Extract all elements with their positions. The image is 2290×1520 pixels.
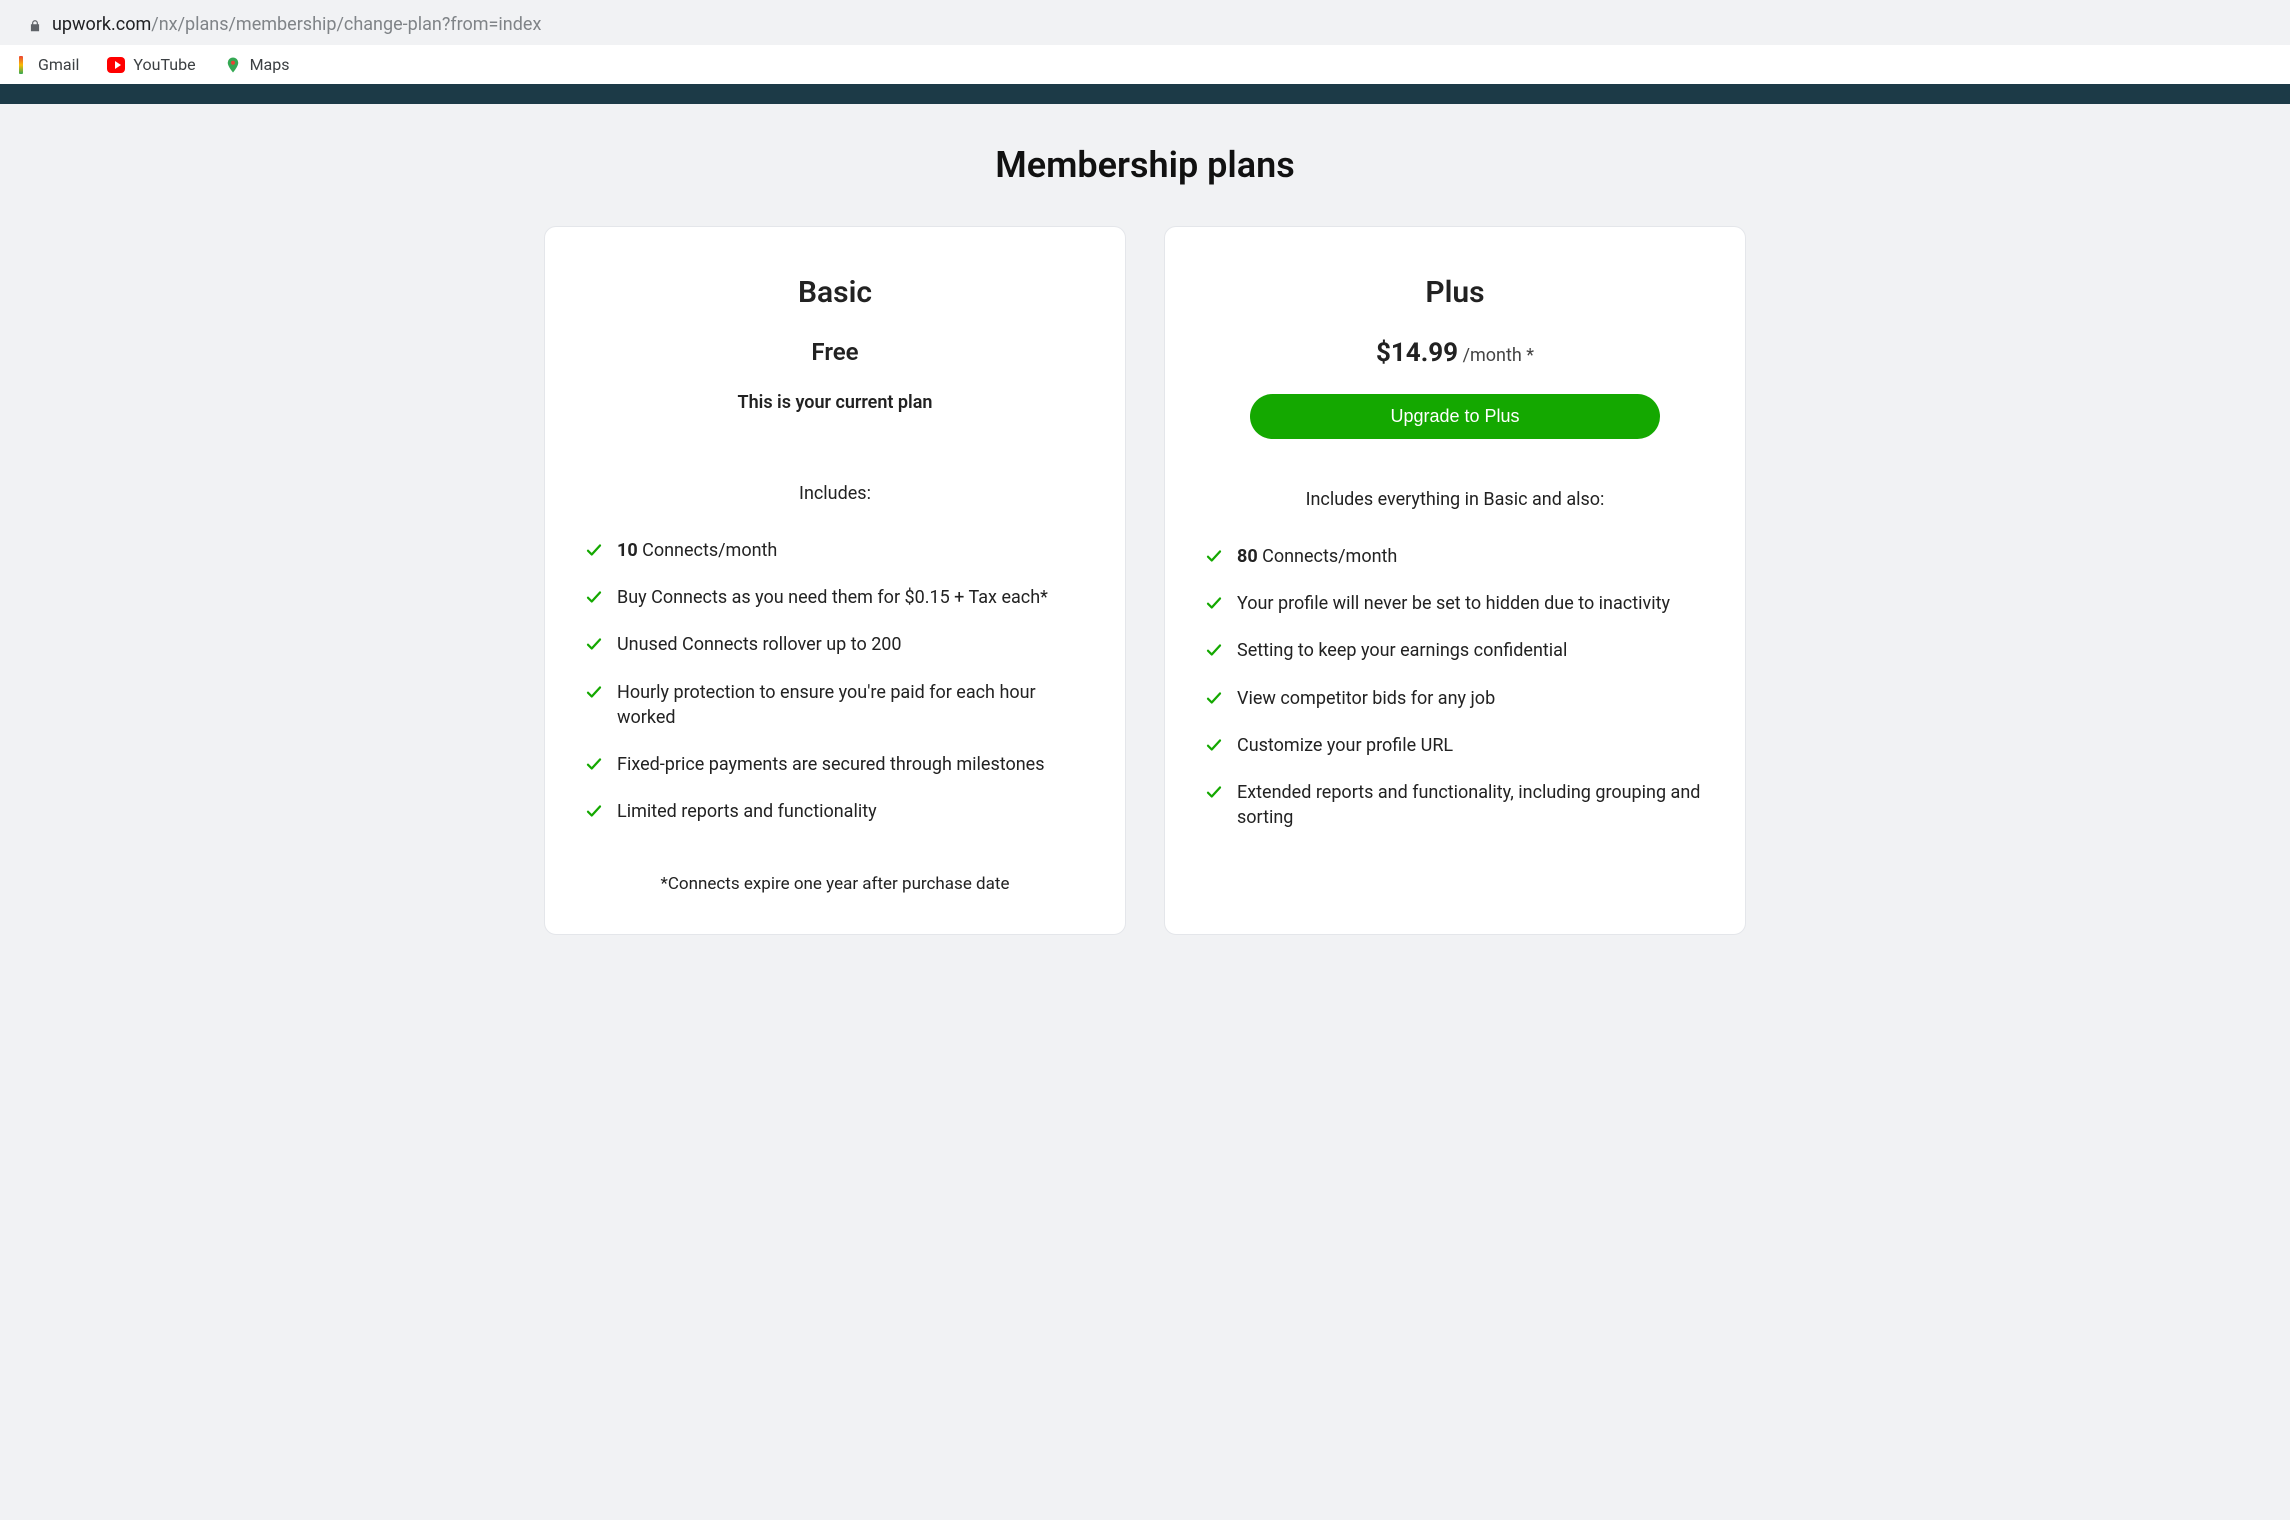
feature-item: Your profile will never be set to hidden… (1205, 591, 1705, 616)
plans-container: Basic Free This is your current plan Inc… (0, 226, 2290, 935)
feature-item: Limited reports and functionality (585, 799, 1085, 824)
feature-text: Fixed-price payments are secured through… (617, 752, 1045, 777)
check-icon (1205, 641, 1223, 659)
includes-label-plus: Includes everything in Basic and also: (1205, 489, 1705, 510)
feature-item: Fixed-price payments are secured through… (585, 752, 1085, 777)
plan-price-suffix: /month * (1458, 345, 1534, 366)
lock-icon (28, 18, 42, 32)
feature-item: Customize your profile URL (1205, 733, 1705, 758)
url-text: upwork.com/nx/plans/membership/change-pl… (52, 14, 541, 35)
check-icon (1205, 594, 1223, 612)
page-title: Membership plans (0, 144, 2290, 186)
feature-text: Setting to keep your earnings confidenti… (1237, 638, 1567, 663)
check-icon (1205, 783, 1223, 801)
plan-price-label: Free (811, 338, 858, 366)
upgrade-to-plus-button[interactable]: Upgrade to Plus (1250, 394, 1660, 439)
feature-item: 10 Connects/month (585, 538, 1085, 563)
plan-price-plus: $14.99 /month * (1205, 338, 1705, 368)
youtube-icon (107, 56, 125, 74)
address-bar[interactable]: upwork.com/nx/plans/membership/change-pl… (10, 4, 2280, 45)
page-content: Membership plans Basic Free This is your… (0, 104, 2290, 935)
plan-price-value: $14.99 (1376, 338, 1458, 368)
feature-text: Extended reports and functionality, incl… (1237, 780, 1705, 830)
check-icon (585, 802, 603, 820)
feature-text: Your profile will never be set to hidden… (1237, 591, 1670, 616)
bookmark-youtube[interactable]: YouTube (107, 55, 195, 74)
feature-item: View competitor bids for any job (1205, 686, 1705, 711)
check-icon (585, 683, 603, 701)
bookmark-label: Gmail (38, 55, 79, 74)
feature-item: Hourly protection to ensure you're paid … (585, 680, 1085, 730)
feature-list-basic: 10 Connects/month Buy Connects as you nee… (585, 538, 1085, 824)
gmail-icon (12, 56, 30, 74)
url-path: /nx/plans/membership/change-plan?from=in… (151, 14, 541, 35)
plan-price-basic: Free (585, 338, 1085, 366)
feature-text: Buy Connects as you need them for $0.15 … (617, 585, 1048, 610)
url-domain: upwork.com (52, 14, 151, 35)
plan-card-basic: Basic Free This is your current plan Inc… (544, 226, 1126, 935)
bookmark-gmail[interactable]: Gmail (12, 55, 79, 74)
check-icon (1205, 736, 1223, 754)
feature-text: 10 Connects/month (617, 538, 777, 563)
bookmark-label: Maps (250, 55, 290, 74)
feature-text: Hourly protection to ensure you're paid … (617, 680, 1085, 730)
site-nav-stripe (0, 84, 2290, 104)
feature-text: View competitor bids for any job (1237, 686, 1495, 711)
plan-card-plus: Plus $14.99 /month * Upgrade to Plus Inc… (1164, 226, 1746, 935)
check-icon (1205, 547, 1223, 565)
feature-list-plus: 80 Connects/month Your profile will never… (1205, 544, 1705, 830)
feature-item: Unused Connects rollover up to 200 (585, 632, 1085, 657)
feature-item: Extended reports and functionality, incl… (1205, 780, 1705, 830)
feature-text: Customize your profile URL (1237, 733, 1453, 758)
bookmarks-bar: Gmail YouTube Maps (0, 45, 2290, 84)
check-icon (585, 588, 603, 606)
maps-icon (224, 56, 242, 74)
feature-item: 80 Connects/month (1205, 544, 1705, 569)
bookmark-label: YouTube (133, 55, 195, 74)
plan-name-basic: Basic (585, 275, 1085, 310)
check-icon (585, 635, 603, 653)
feature-text: Unused Connects rollover up to 200 (617, 632, 902, 657)
feature-text: 80 Connects/month (1237, 544, 1397, 569)
feature-item: Buy Connects as you need them for $0.15 … (585, 585, 1085, 610)
current-plan-label: This is your current plan (585, 392, 1085, 413)
feature-text: Limited reports and functionality (617, 799, 877, 824)
includes-label-basic: Includes: (585, 483, 1085, 504)
check-icon (585, 541, 603, 559)
plan-name-plus: Plus (1205, 275, 1705, 310)
check-icon (585, 755, 603, 773)
check-icon (1205, 689, 1223, 707)
plan-footnote-basic: *Connects expire one year after purchase… (585, 874, 1085, 894)
bookmark-maps[interactable]: Maps (224, 55, 290, 74)
feature-item: Setting to keep your earnings confidenti… (1205, 638, 1705, 663)
